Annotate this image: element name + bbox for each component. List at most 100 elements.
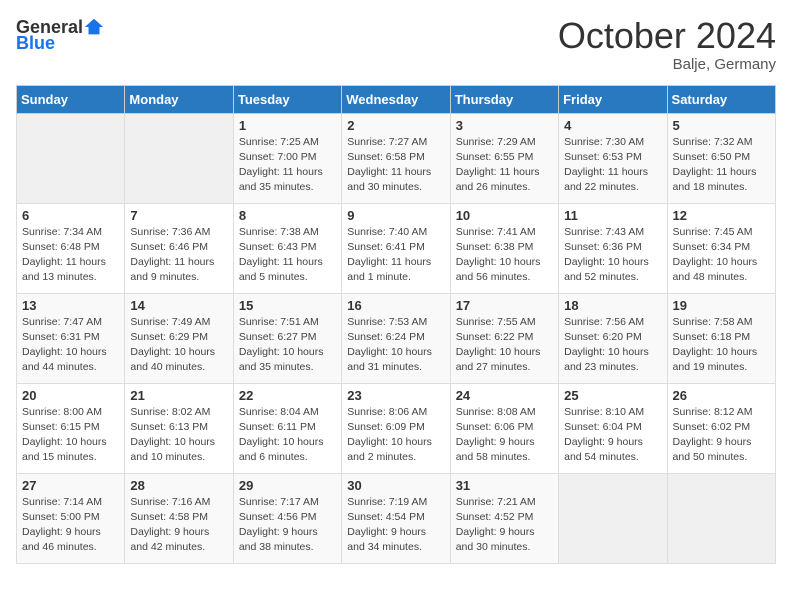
calendar-cell: 17Sunrise: 7:55 AMSunset: 6:22 PMDayligh… <box>450 293 558 383</box>
weekday-header-tuesday: Tuesday <box>233 85 341 113</box>
calendar-cell: 5 Sunrise: 7:32 AMSunset: 6:50 PMDaylight… <box>667 113 775 203</box>
day-detail: Sunrise: 7:32 AMSunset: 6:50 PMDaylight:… <box>673 135 770 196</box>
day-number: 12 <box>673 208 770 223</box>
calendar-cell: 13 Sunrise: 7:47 AMSunset: 6:31 PMDayligh… <box>17 293 125 383</box>
calendar-cell: 27Sunrise: 7:14 AMSunset: 5:00 PMDayligh… <box>17 473 125 563</box>
calendar-cell: 16 Sunrise: 7:53 AMSunset: 6:24 PMDayligh… <box>342 293 450 383</box>
day-detail: Sunrise: 7:27 AMSunset: 6:58 PMDaylight:… <box>347 135 444 196</box>
weekday-header-monday: Monday <box>125 85 233 113</box>
calendar-cell: 23 Sunrise: 8:06 AMSunset: 6:09 PMDayligh… <box>342 383 450 473</box>
day-detail: Sunrise: 7:43 AMSunset: 6:36 PMDaylight:… <box>564 225 661 286</box>
day-number: 23 <box>347 388 444 403</box>
day-number: 1 <box>239 118 336 133</box>
calendar-cell <box>559 473 667 563</box>
weekday-header-saturday: Saturday <box>667 85 775 113</box>
calendar-cell: 31 Sunrise: 7:21 AMSunset: 4:52 PMDayligh… <box>450 473 558 563</box>
calendar-cell <box>17 113 125 203</box>
day-detail: Sunrise: 8:10 AMSunset: 6:04 PMDaylight:… <box>564 405 661 466</box>
day-number: 7 <box>130 208 227 223</box>
calendar-week-row: 13 Sunrise: 7:47 AMSunset: 6:31 PMDayligh… <box>17 293 776 383</box>
day-detail: Sunrise: 7:38 AMSunset: 6:43 PMDaylight:… <box>239 225 336 286</box>
day-detail: Sunrise: 7:47 AMSunset: 6:31 PMDaylight:… <box>22 315 119 376</box>
calendar-cell: 21 Sunrise: 8:02 AMSunset: 6:13 PMDayligh… <box>125 383 233 473</box>
day-detail: Sunrise: 7:56 AMSunset: 6:20 PMDaylight:… <box>564 315 661 376</box>
day-detail: Sunrise: 7:51 AMSunset: 6:27 PMDaylight:… <box>239 315 336 376</box>
calendar-cell: 1 Sunrise: 7:25 AMSunset: 7:00 PMDaylight… <box>233 113 341 203</box>
day-detail: Sunrise: 7:53 AMSunset: 6:24 PMDaylight:… <box>347 315 444 376</box>
calendar-cell: 26 Sunrise: 8:12 AMSunset: 6:02 PMDayligh… <box>667 383 775 473</box>
day-number: 28 <box>130 478 227 493</box>
weekday-header-wednesday: Wednesday <box>342 85 450 113</box>
calendar-cell: 28Sunrise: 7:16 AMSunset: 4:58 PMDayligh… <box>125 473 233 563</box>
day-number: 25 <box>564 388 661 403</box>
day-detail: Sunrise: 7:45 AMSunset: 6:34 PMDaylight:… <box>673 225 770 286</box>
day-detail: Sunrise: 8:08 AMSunset: 6:06 PMDaylight:… <box>456 405 553 466</box>
calendar-cell: 12 Sunrise: 7:45 AMSunset: 6:34 PMDayligh… <box>667 203 775 293</box>
weekday-header-row: SundayMondayTuesdayWednesdayThursdayFrid… <box>17 85 776 113</box>
calendar-cell: 7 Sunrise: 7:36 AMSunset: 6:46 PMDaylight… <box>125 203 233 293</box>
calendar-week-row: 6Sunrise: 7:34 AMSunset: 6:48 PMDaylight… <box>17 203 776 293</box>
calendar-cell: 10 Sunrise: 7:41 AMSunset: 6:38 PMDayligh… <box>450 203 558 293</box>
calendar-cell: 8Sunrise: 7:38 AMSunset: 6:43 PMDaylight… <box>233 203 341 293</box>
day-detail: Sunrise: 8:02 AMSunset: 6:13 PMDaylight:… <box>130 405 227 466</box>
day-number: 29 <box>239 478 336 493</box>
calendar-cell: 3 Sunrise: 7:29 AMSunset: 6:55 PMDaylight… <box>450 113 558 203</box>
day-detail: Sunrise: 7:36 AMSunset: 6:46 PMDaylight:… <box>130 225 227 286</box>
day-number: 26 <box>673 388 770 403</box>
day-number: 2 <box>347 118 444 133</box>
day-number: 4 <box>564 118 661 133</box>
day-number: 13 <box>22 298 119 313</box>
weekday-header-friday: Friday <box>559 85 667 113</box>
weekday-header-sunday: Sunday <box>17 85 125 113</box>
day-detail: Sunrise: 8:06 AMSunset: 6:09 PMDaylight:… <box>347 405 444 466</box>
day-detail: Sunrise: 7:49 AMSunset: 6:29 PMDaylight:… <box>130 315 227 376</box>
day-number: 11 <box>564 208 661 223</box>
day-number: 6 <box>22 208 119 223</box>
day-number: 20 <box>22 388 119 403</box>
logo-blue-text: Blue <box>16 34 55 52</box>
calendar-week-row: 1 Sunrise: 7:25 AMSunset: 7:00 PMDaylight… <box>17 113 776 203</box>
logo: General Blue <box>16 16 105 52</box>
month-title: October 2024 <box>558 16 776 56</box>
day-detail: Sunrise: 8:00 AMSunset: 6:15 PMDaylight:… <box>22 405 119 466</box>
day-number: 24 <box>456 388 553 403</box>
title-block: October 2024 Balje, Germany <box>558 16 776 73</box>
day-number: 10 <box>456 208 553 223</box>
calendar-cell: 14Sunrise: 7:49 AMSunset: 6:29 PMDayligh… <box>125 293 233 383</box>
calendar-table: SundayMondayTuesdayWednesdayThursdayFrid… <box>16 85 776 564</box>
calendar-cell: 18 Sunrise: 7:56 AMSunset: 6:20 PMDayligh… <box>559 293 667 383</box>
calendar-cell: 30 Sunrise: 7:19 AMSunset: 4:54 PMDayligh… <box>342 473 450 563</box>
calendar-cell: 19 Sunrise: 7:58 AMSunset: 6:18 PMDayligh… <box>667 293 775 383</box>
day-number: 19 <box>673 298 770 313</box>
page-header: General Blue October 2024 Balje, Germany <box>16 16 776 73</box>
day-detail: Sunrise: 7:19 AMSunset: 4:54 PMDaylight:… <box>347 495 444 556</box>
day-detail: Sunrise: 7:14 AMSunset: 5:00 PMDaylight:… <box>22 495 119 556</box>
day-detail: Sunrise: 7:41 AMSunset: 6:38 PMDaylight:… <box>456 225 553 286</box>
day-number: 5 <box>673 118 770 133</box>
day-number: 31 <box>456 478 553 493</box>
calendar-cell: 11 Sunrise: 7:43 AMSunset: 6:36 PMDayligh… <box>559 203 667 293</box>
day-detail: Sunrise: 8:04 AMSunset: 6:11 PMDaylight:… <box>239 405 336 466</box>
calendar-cell <box>125 113 233 203</box>
day-number: 18 <box>564 298 661 313</box>
calendar-cell: 6Sunrise: 7:34 AMSunset: 6:48 PMDaylight… <box>17 203 125 293</box>
day-number: 30 <box>347 478 444 493</box>
day-number: 16 <box>347 298 444 313</box>
day-number: 17 <box>456 298 553 313</box>
calendar-cell: 9Sunrise: 7:40 AMSunset: 6:41 PMDaylight… <box>342 203 450 293</box>
calendar-cell: 29 Sunrise: 7:17 AMSunset: 4:56 PMDayligh… <box>233 473 341 563</box>
weekday-header-thursday: Thursday <box>450 85 558 113</box>
calendar-cell: 24 Sunrise: 8:08 AMSunset: 6:06 PMDayligh… <box>450 383 558 473</box>
day-detail: Sunrise: 7:29 AMSunset: 6:55 PMDaylight:… <box>456 135 553 196</box>
day-detail: Sunrise: 7:25 AMSunset: 7:00 PMDaylight:… <box>239 135 336 196</box>
day-number: 21 <box>130 388 227 403</box>
day-detail: Sunrise: 8:12 AMSunset: 6:02 PMDaylight:… <box>673 405 770 466</box>
location-text: Balje, Germany <box>558 56 776 73</box>
day-detail: Sunrise: 7:58 AMSunset: 6:18 PMDaylight:… <box>673 315 770 376</box>
day-detail: Sunrise: 7:17 AMSunset: 4:56 PMDaylight:… <box>239 495 336 556</box>
day-detail: Sunrise: 7:21 AMSunset: 4:52 PMDaylight:… <box>456 495 553 556</box>
day-number: 3 <box>456 118 553 133</box>
calendar-cell: 15Sunrise: 7:51 AMSunset: 6:27 PMDayligh… <box>233 293 341 383</box>
calendar-cell: 4Sunrise: 7:30 AMSunset: 6:53 PMDaylight… <box>559 113 667 203</box>
day-number: 9 <box>347 208 444 223</box>
